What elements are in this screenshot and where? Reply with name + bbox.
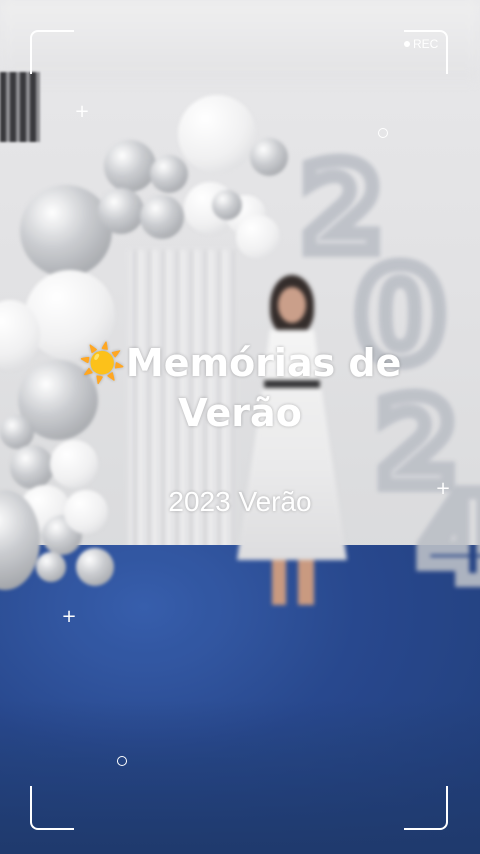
rec-label: REC bbox=[413, 37, 439, 51]
frame-corner-top-left bbox=[30, 30, 74, 74]
frame-corner-bottom-left bbox=[30, 786, 74, 830]
rec-indicator: REC bbox=[404, 37, 438, 51]
circle-icon bbox=[378, 128, 388, 138]
title-line-1: ☀️Memórias de bbox=[40, 338, 440, 388]
overlay-subtitle: 2023 Verão bbox=[168, 486, 312, 517]
frame-corner-bottom-right bbox=[404, 786, 448, 830]
title-line-1-text: Memórias de bbox=[125, 341, 402, 385]
plus-icon: + bbox=[74, 101, 90, 122]
sun-icon: ☀️ bbox=[78, 341, 126, 385]
overlay-title: ☀️Memórias de Verão bbox=[40, 338, 440, 438]
circle-icon bbox=[117, 756, 127, 766]
rec-dot-icon bbox=[404, 41, 410, 47]
title-line-2: Verão bbox=[178, 391, 302, 435]
plus-icon: + bbox=[61, 606, 77, 627]
